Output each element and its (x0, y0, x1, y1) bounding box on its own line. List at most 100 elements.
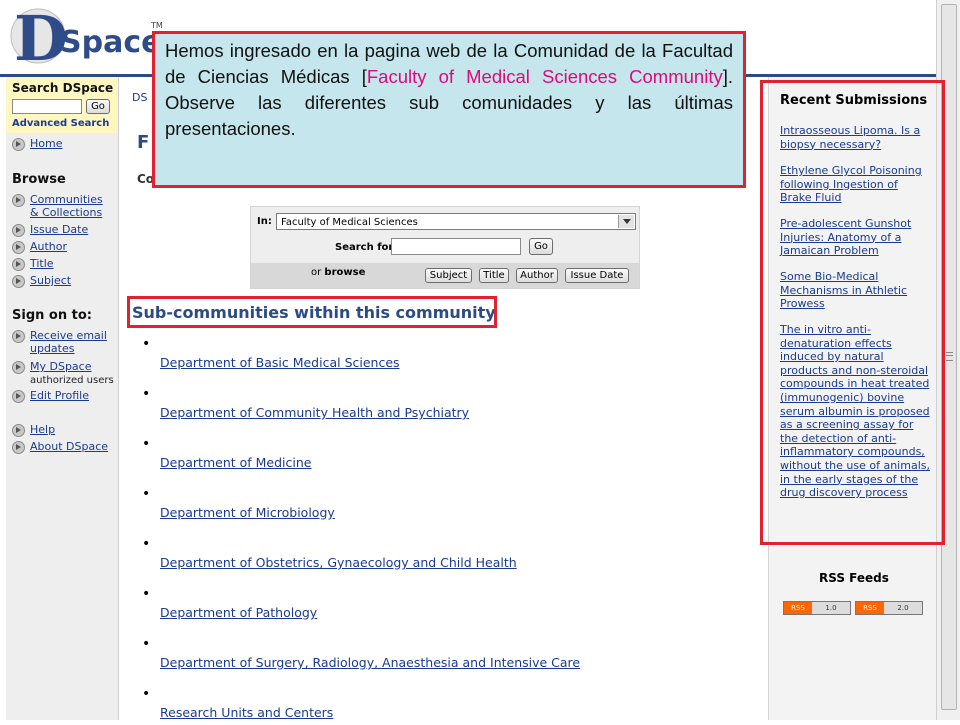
or-browse-label: or browse (311, 267, 365, 278)
sidebar-link-home[interactable]: Home (30, 137, 62, 150)
dspace-logo[interactable]: D Space TM (10, 6, 170, 70)
sidebar-item-help[interactable]: Help (12, 423, 55, 437)
sidebar-link-receive-email[interactable]: Receive email updates (30, 329, 112, 355)
browse-subject-button[interactable]: Subject (425, 268, 472, 283)
sidebar-item-about[interactable]: About DSpace (12, 440, 108, 454)
arrow-bullet-icon (12, 258, 25, 271)
sidebar-item-receive-email[interactable]: Receive email updates (12, 329, 112, 355)
my-dspace-note: authorized users (30, 375, 114, 386)
sidebar-link-author[interactable]: Author (30, 240, 67, 253)
sidebar-item-home[interactable]: Home (12, 137, 62, 151)
subcommunity-link[interactable]: Department of Medicine (160, 455, 311, 470)
left-sidebar: Search DSpace Go Advanced Search Home Br… (6, 77, 119, 720)
search-for-input[interactable] (391, 238, 521, 255)
sidebar-item-title[interactable]: Title (12, 257, 54, 271)
sidebar-signon-heading: Sign on to: (12, 308, 92, 323)
annotation-callout: Hemos ingresado en la pagina web de la C… (152, 31, 746, 188)
subcommunity-link[interactable]: Department of Obstetrics, Gynaecology an… (160, 555, 517, 570)
subcommunity-link[interactable]: Department of Community Health and Psych… (160, 405, 469, 420)
list-item: • Department of Surgery, Radiology, Anae… (142, 635, 742, 675)
bullet: • (142, 486, 151, 502)
subcommunity-link[interactable]: Department of Surgery, Radiology, Anaest… (160, 655, 580, 670)
list-item: • Department of Obstetrics, Gynaecology … (142, 535, 742, 575)
bullet: • (142, 436, 151, 452)
highlight-box-subcommunities (127, 296, 497, 328)
sidebar-search-box: Search DSpace Go Advanced Search (6, 77, 118, 133)
sidebar-item-subject[interactable]: Subject (12, 274, 71, 288)
breadcrumb[interactable]: DS (132, 91, 147, 104)
sidebar-link-help[interactable]: Help (30, 423, 55, 436)
scope-row: In: Faculty of Medical Sciences (251, 213, 639, 231)
sidebar-browse-heading: Browse (12, 172, 66, 187)
rss-label: RSS (856, 602, 884, 614)
subcommunity-link[interactable]: Department of Basic Medical Sciences (160, 355, 400, 370)
advanced-search-link[interactable]: Advanced Search (12, 118, 109, 129)
rss-2-badge[interactable]: RSS 2.0 (855, 601, 923, 615)
community-search-widget: In: Faculty of Medical Sciences Search f… (250, 206, 640, 289)
sidebar-search-heading: Search DSpace (12, 81, 114, 95)
list-item: • Department of Pathology (142, 585, 742, 625)
sidebar-link-communities[interactable]: Communities & Collections (30, 193, 112, 219)
rss-label: RSS (784, 602, 812, 614)
bullet: • (142, 636, 151, 652)
arrow-bullet-icon (12, 330, 25, 343)
arrow-bullet-icon (12, 241, 25, 254)
sidebar-item-my-dspace[interactable]: My DSpace authorized users (12, 360, 118, 387)
search-go-button[interactable]: Go (529, 238, 553, 255)
arrow-bullet-icon (12, 275, 25, 288)
arrow-bullet-icon (12, 441, 25, 454)
sidebar-link-subject[interactable]: Subject (30, 274, 71, 287)
annotation-highlight: Faculty of Medical Sciences Community (366, 66, 723, 87)
bullet: • (142, 586, 151, 602)
bullet: • (142, 536, 151, 552)
scope-selected-value: Faculty of Medical Sciences (281, 217, 418, 228)
scope-label: In: (257, 216, 272, 227)
list-item: • Department of Basic Medical Sciences (142, 335, 742, 375)
arrow-bullet-icon (12, 424, 25, 437)
rss-1-badge[interactable]: RSS 1.0 (783, 601, 851, 615)
page-title: F (137, 132, 150, 153)
sidebar-link-issue-date[interactable]: Issue Date (30, 223, 88, 236)
arrow-bullet-icon (12, 224, 25, 237)
subcommunity-link[interactable]: Department of Microbiology (160, 505, 335, 520)
sidebar-item-communities[interactable]: Communities & Collections (12, 193, 112, 219)
list-item: • Department of Microbiology (142, 485, 742, 525)
scrollbar-grip-icon (946, 352, 953, 361)
rss-feeds-heading: RSS Feeds (819, 571, 889, 585)
browse-label: browse (324, 267, 366, 278)
or-label: or (311, 267, 322, 278)
sidebar-item-issue-date[interactable]: Issue Date (12, 223, 88, 237)
sidebar-item-edit-profile[interactable]: Edit Profile (12, 389, 89, 403)
browse-row: or browse Subject Title Author Issue Dat… (251, 263, 639, 288)
search-for-label: Search for (335, 242, 394, 253)
sidebar-link-my-dspace[interactable]: My DSpace (30, 360, 92, 373)
subcommunity-link[interactable]: Department of Pathology (160, 605, 317, 620)
bullet: • (142, 336, 151, 352)
browse-title-button[interactable]: Title (479, 268, 509, 283)
sidebar-search-input[interactable] (12, 99, 82, 114)
sidebar-link-about[interactable]: About DSpace (30, 440, 108, 453)
arrow-bullet-icon (12, 361, 25, 374)
search-row: Search for Go (251, 237, 639, 257)
rss-version: 1.0 (825, 604, 837, 612)
bullet: • (142, 386, 151, 402)
subcommunity-link[interactable]: Research Units and Centers (160, 705, 333, 720)
chevron-down-icon[interactable] (618, 215, 634, 228)
sidebar-item-author[interactable]: Author (12, 240, 67, 254)
arrow-bullet-icon (12, 138, 25, 151)
browse-author-button[interactable]: Author (516, 268, 558, 283)
list-item: • Research Units and Centers (142, 685, 742, 725)
scope-select[interactable]: Faculty of Medical Sciences (276, 213, 636, 230)
list-item: • Department of Community Health and Psy… (142, 385, 742, 425)
bullet: • (142, 686, 151, 702)
sidebar-link-title[interactable]: Title (30, 257, 54, 270)
browse-issue-date-button[interactable]: Issue Date (565, 268, 629, 283)
arrow-bullet-icon (12, 390, 25, 403)
logo-trademark: TM (150, 21, 163, 30)
highlight-box-recent-submissions (760, 80, 945, 545)
sidebar-link-edit-profile[interactable]: Edit Profile (30, 389, 89, 402)
logo-word-space: Space (60, 25, 161, 60)
arrow-bullet-icon (12, 194, 25, 207)
sidebar-search-go-button[interactable]: Go (86, 99, 110, 114)
rss-version: 2.0 (897, 604, 909, 612)
